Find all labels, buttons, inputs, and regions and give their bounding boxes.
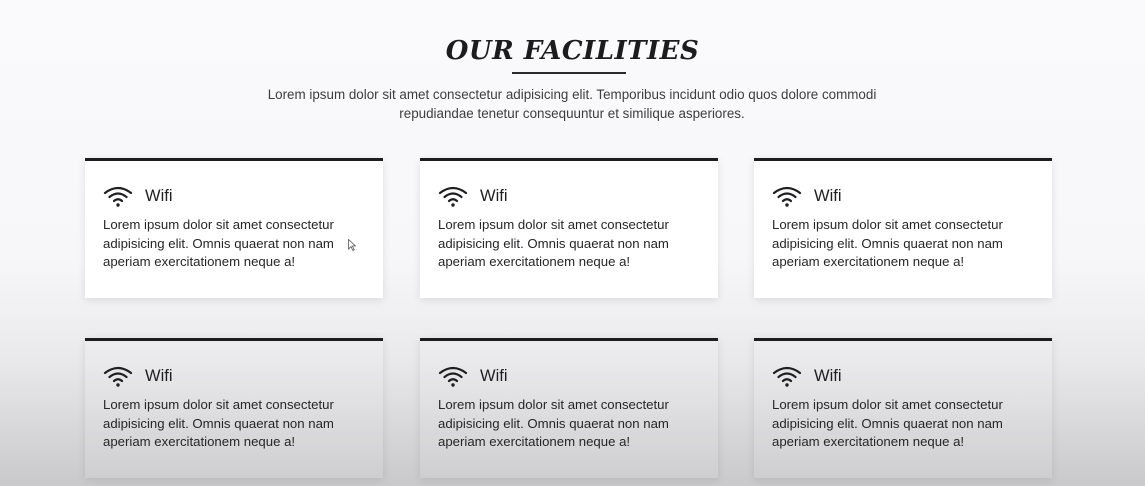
facility-card: Wifi Lorem ipsum dolor sit amet consecte…	[420, 158, 718, 298]
facility-description: Lorem ipsum dolor sit amet consectetur a…	[438, 217, 669, 269]
facility-card: Wifi Lorem ipsum dolor sit amet consecte…	[754, 158, 1052, 298]
facility-card-header: Wifi	[438, 363, 508, 389]
facility-description: Lorem ipsum dolor sit amet consectetur a…	[772, 397, 1003, 449]
facility-title: Wifi	[145, 367, 173, 385]
facility-description: Lorem ipsum dolor sit amet consectetur a…	[103, 397, 334, 449]
facility-card: Wifi Lorem ipsum dolor sit amet consecte…	[754, 338, 1052, 478]
wifi-icon	[438, 186, 468, 207]
facilities-section: OUR FACILITIES Lorem ipsum dolor sit ame…	[0, 0, 1145, 486]
facility-card: Wifi Lorem ipsum dolor sit amet consecte…	[85, 338, 383, 478]
facility-title: Wifi	[814, 367, 842, 385]
section-intro: Lorem ipsum dolor sit amet consectetur a…	[267, 87, 877, 121]
wifi-icon	[438, 366, 468, 387]
facility-description: Lorem ipsum dolor sit amet consectetur a…	[103, 217, 334, 269]
wifi-icon	[772, 186, 802, 207]
facility-card-header: Wifi	[103, 363, 173, 389]
facility-title: Wifi	[480, 367, 508, 385]
wifi-icon	[103, 186, 133, 207]
facility-description: Lorem ipsum dolor sit amet consectetur a…	[772, 217, 1003, 269]
mouse-cursor-icon	[348, 239, 356, 251]
facility-description: Lorem ipsum dolor sit amet consectetur a…	[438, 397, 669, 449]
heading-underline	[512, 72, 626, 74]
facility-card-header: Wifi	[438, 183, 508, 209]
facility-card-header: Wifi	[772, 183, 842, 209]
facility-title: Wifi	[145, 187, 173, 205]
facility-title: Wifi	[814, 187, 842, 205]
section-heading: OUR FACILITIES	[445, 36, 700, 66]
facility-card: Wifi Lorem ipsum dolor sit amet consecte…	[420, 338, 718, 478]
facility-card-header: Wifi	[103, 183, 173, 209]
wifi-icon	[103, 366, 133, 387]
facility-card-header: Wifi	[772, 363, 842, 389]
facility-title: Wifi	[480, 187, 508, 205]
wifi-icon	[772, 366, 802, 387]
facility-card: Wifi Lorem ipsum dolor sit amet consecte…	[85, 158, 383, 298]
